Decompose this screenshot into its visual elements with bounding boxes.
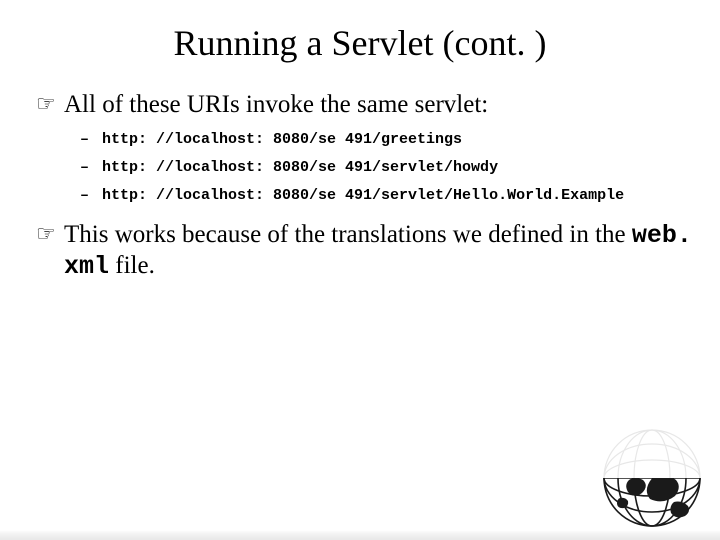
uri-item: – http: //localhost: 8080/se 491/greetin… bbox=[80, 130, 700, 150]
uri-item: – http: //localhost: 8080/se 491/servlet… bbox=[80, 186, 700, 206]
bullet-text: All of these URIs invoke the same servle… bbox=[64, 90, 488, 120]
bullet-text: This works because of the translations w… bbox=[64, 220, 700, 282]
bullet-item-2: ☞ This works because of the translations… bbox=[36, 220, 700, 282]
uri-text: http: //localhost: 8080/se 491/greetings bbox=[102, 130, 462, 150]
globe-icon bbox=[574, 418, 714, 538]
hand-icon: ☞ bbox=[36, 90, 64, 118]
text-post: file. bbox=[109, 252, 155, 279]
dash-icon: – bbox=[80, 186, 102, 206]
uri-item: – http: //localhost: 8080/se 491/servlet… bbox=[80, 158, 700, 178]
slide-title: Running a Servlet (cont. ) bbox=[0, 0, 720, 76]
slide: Running a Servlet (cont. ) ☞ All of thes… bbox=[0, 0, 720, 540]
bullet-item-1: ☞ All of these URIs invoke the same serv… bbox=[36, 90, 700, 120]
slide-body: ☞ All of these URIs invoke the same serv… bbox=[0, 90, 720, 282]
footer-gradient bbox=[0, 530, 720, 540]
dash-icon: – bbox=[80, 158, 102, 178]
uri-text: http: //localhost: 8080/se 491/servlet/H… bbox=[102, 186, 624, 206]
uri-text: http: //localhost: 8080/se 491/servlet/h… bbox=[102, 158, 498, 178]
text-pre: This works because of the translations w… bbox=[64, 221, 632, 248]
dash-icon: – bbox=[80, 130, 102, 150]
hand-icon: ☞ bbox=[36, 220, 64, 248]
